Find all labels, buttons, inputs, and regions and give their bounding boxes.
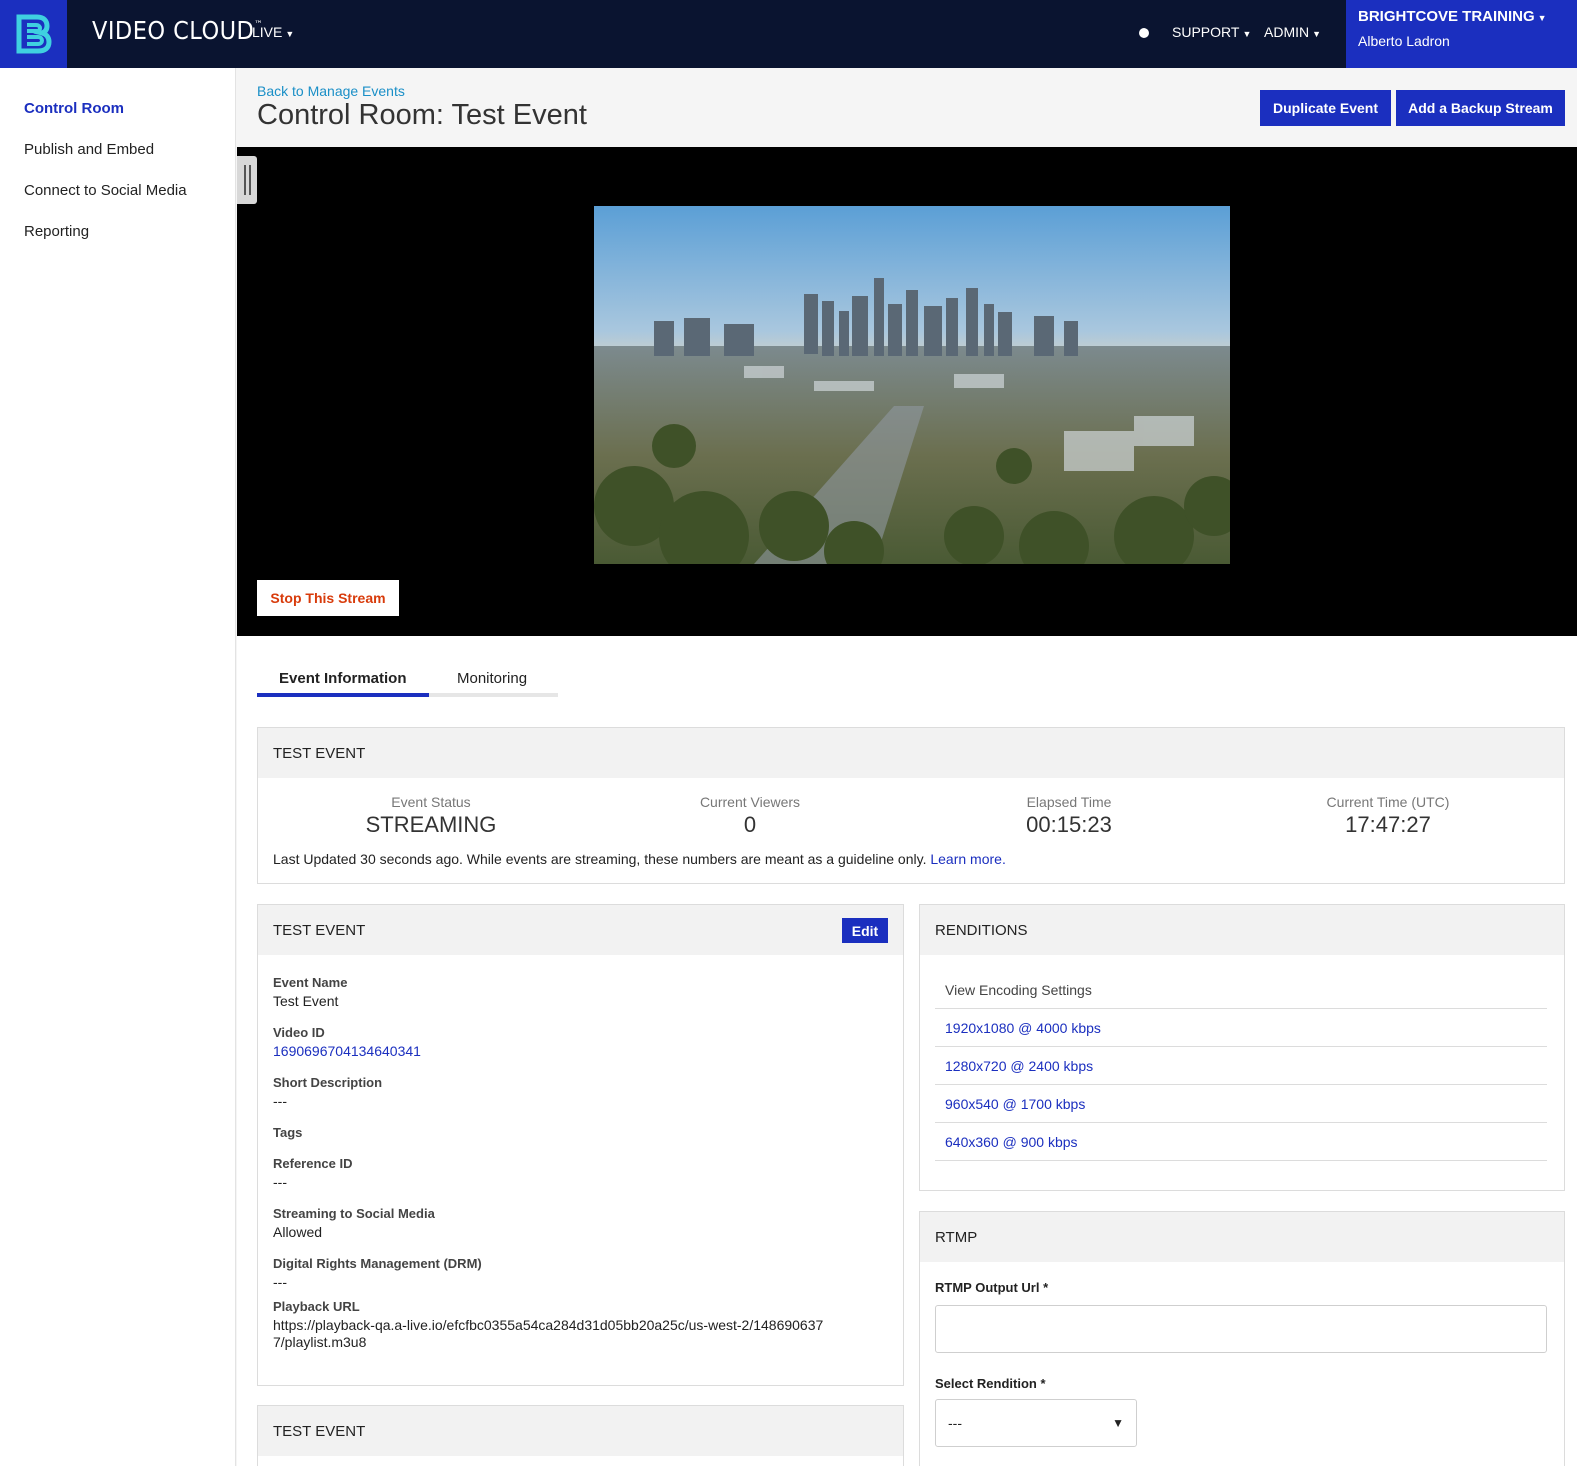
stat-current-viewers: Current Viewers 0	[699, 794, 801, 837]
field-video-id: Video ID 1690696704134640341	[273, 1025, 421, 1059]
field-tags: Tags	[273, 1125, 303, 1140]
panel-drag-handle[interactable]	[237, 156, 257, 204]
rtmp-output-url-label: RTMP Output Url *	[935, 1280, 1049, 1295]
rendition-select-value: ---	[948, 1415, 962, 1431]
field-event-name: Event Name Test Event	[273, 975, 348, 1009]
select-rendition-label: Select Rendition *	[935, 1376, 1046, 1391]
user-name: Alberto Ladron	[1358, 33, 1450, 49]
chevron-down-icon: ▼	[285, 29, 295, 39]
account-name: BRIGHTCOVE TRAINING ▼	[1358, 8, 1547, 25]
panel-title: TEST EVENT	[258, 905, 903, 955]
rtmp-panel: RTMP RTMP Output Url * Select Rendition …	[919, 1211, 1565, 1466]
rtmp-output-url-input[interactable]	[935, 1305, 1547, 1353]
rendition-item[interactable]: 1920x1080 @ 4000 kbps	[935, 1009, 1547, 1047]
top-navigation-bar: VIDEO CLOUD™ LIVE ▼ SUPPORT ▼ ADMIN ▼ BRIGH…	[0, 0, 1577, 68]
live-video-preview[interactable]	[594, 206, 1230, 564]
learn-more-link[interactable]: Learn more.	[930, 851, 1005, 867]
rendition-select[interactable]: --- ▼	[935, 1399, 1137, 1447]
sidebar: Control Room Publish and Embed Connect t…	[0, 68, 236, 1466]
account-menu[interactable]: BRIGHTCOVE TRAINING ▼ Alberto Ladron	[1346, 0, 1577, 68]
sidebar-item-publish-and-embed[interactable]: Publish and Embed	[24, 141, 154, 158]
brightcove-logo-icon	[16, 14, 52, 54]
notifications-icon[interactable]	[1136, 22, 1152, 45]
sidebar-item-control-room[interactable]: Control Room	[24, 100, 124, 117]
chevron-down-icon: ▼	[1112, 1416, 1124, 1430]
event-status-panel: TEST EVENT Event Status STREAMING Curren…	[257, 727, 1565, 884]
city-skyline-image	[594, 206, 1230, 564]
active-tab-indicator	[257, 693, 429, 697]
add-backup-stream-button[interactable]: Add a Backup Stream	[1396, 90, 1565, 126]
stat-elapsed-time: Elapsed Time 00:15:23	[1026, 794, 1112, 837]
view-encoding-settings[interactable]: View Encoding Settings	[935, 971, 1547, 1009]
stop-stream-button[interactable]: Stop This Stream	[257, 580, 399, 616]
back-to-manage-events-link[interactable]: Back to Manage Events	[257, 83, 405, 99]
sidebar-item-connect-to-social-media[interactable]: Connect to Social Media	[24, 182, 187, 199]
duplicate-event-button[interactable]: Duplicate Event	[1260, 90, 1391, 126]
brightcove-logo[interactable]	[0, 0, 67, 68]
field-playback-url: Playback URL https://playback-qa.a-live.…	[273, 1299, 824, 1350]
rendition-item[interactable]: 1280x720 @ 2400 kbps	[935, 1047, 1547, 1085]
panel-title: RENDITIONS	[920, 905, 1564, 955]
edit-button[interactable]: Edit	[842, 918, 888, 943]
chevron-down-icon: ▼	[1312, 29, 1322, 39]
tab-divider	[429, 693, 558, 697]
panel-title: RTMP	[920, 1212, 1564, 1262]
tab-event-information[interactable]: Event Information	[279, 670, 407, 687]
event-details-panel: TEST EVENT Edit Event Name Test Event Vi…	[257, 904, 904, 1386]
product-name: VIDEO CLOUD™	[92, 16, 263, 45]
panel-title: TEST EVENT	[258, 1406, 903, 1456]
renditions-panel: RENDITIONS View Encoding Settings 1920x1…	[919, 904, 1565, 1191]
rendition-item[interactable]: 640x360 @ 900 kbps	[935, 1123, 1547, 1161]
chevron-down-icon: ▼	[1537, 13, 1547, 23]
tab-monitoring[interactable]: Monitoring	[457, 670, 527, 687]
field-short-description: Short Description ---	[273, 1075, 383, 1109]
rendition-item[interactable]: 960x540 @ 1700 kbps	[935, 1085, 1547, 1123]
stat-current-time: Current Time (UTC) 17:47:27	[1326, 794, 1450, 837]
live-menu[interactable]: LIVE ▼	[252, 24, 294, 40]
video-id-link[interactable]: 1690696704134640341	[273, 1043, 421, 1059]
support-menu[interactable]: SUPPORT ▼	[1172, 24, 1251, 40]
field-reference-id: Reference ID ---	[273, 1156, 353, 1190]
chevron-down-icon: ▼	[1242, 29, 1252, 39]
field-streaming-to-social-media: Streaming to Social Media Allowed	[273, 1206, 435, 1240]
status-note: Last Updated 30 seconds ago. While event…	[273, 851, 1006, 867]
page-title: Control Room: Test Event	[257, 99, 587, 131]
panel-title: TEST EVENT	[258, 728, 1564, 778]
event-bottom-panel: TEST EVENT	[257, 1405, 904, 1466]
admin-menu[interactable]: ADMIN ▼	[1264, 24, 1321, 40]
sidebar-item-reporting[interactable]: Reporting	[24, 223, 89, 240]
field-drm: Digital Rights Management (DRM) ---	[273, 1256, 482, 1290]
stat-event-status: Event Status STREAMING	[365, 794, 497, 837]
